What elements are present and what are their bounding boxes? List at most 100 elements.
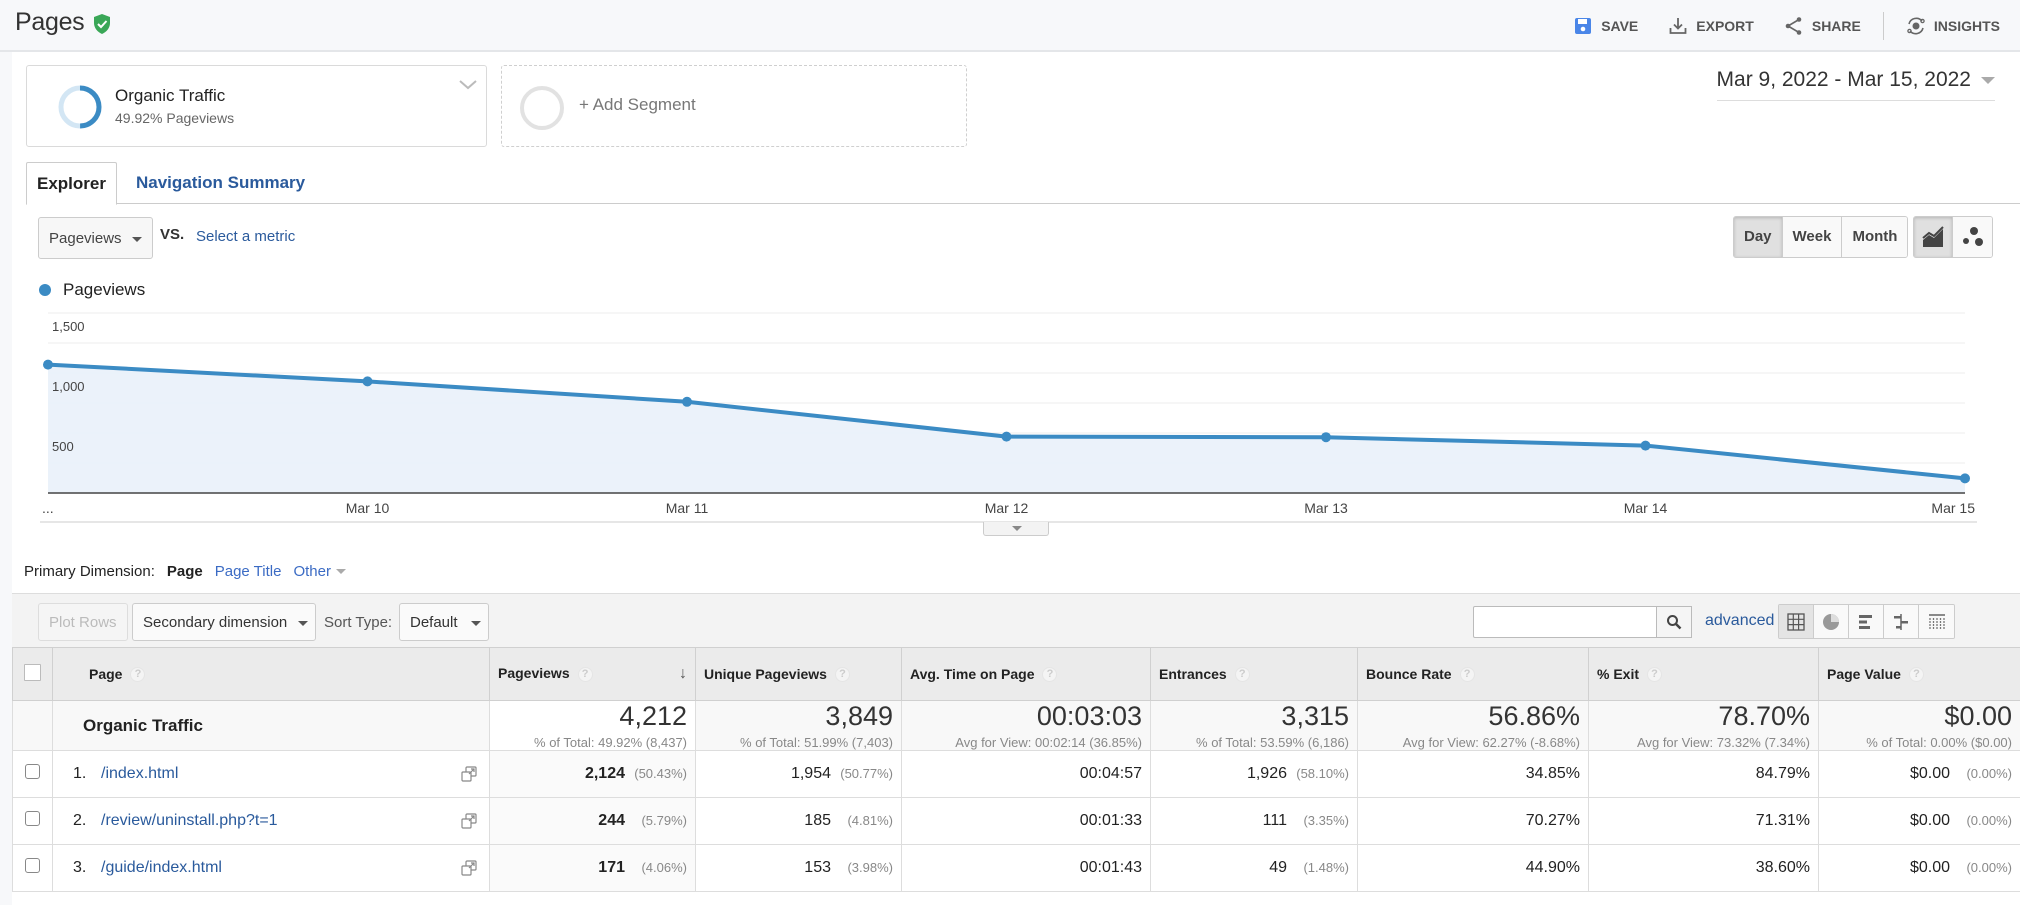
page-link[interactable]: /guide/index.html xyxy=(101,859,222,876)
page-value-cell: $0.00 (0.00%) xyxy=(1818,844,2020,892)
export-button[interactable]: EXPORT xyxy=(1668,16,1754,36)
avg-time-value: 00:01:33 xyxy=(1079,812,1142,829)
avg-time-value: 00:04:57 xyxy=(1079,765,1142,782)
table-search-input[interactable] xyxy=(1473,606,1657,638)
col-entrances[interactable]: Entrances? xyxy=(1150,647,1358,701)
page-value-value: $0.00 xyxy=(1909,812,1950,829)
insights-icon xyxy=(1907,17,1925,35)
pie-view-button[interactable] xyxy=(1814,605,1849,638)
save-button[interactable]: SAVE xyxy=(1573,16,1638,36)
dimension-page[interactable]: Page xyxy=(167,563,203,580)
row-rank: 3. xyxy=(73,859,87,876)
col-pageviews[interactable]: Pageviews? ↓ xyxy=(489,647,696,701)
pageviews-value: 2,124 xyxy=(584,765,625,782)
select-metric-link[interactable]: Select a metric xyxy=(196,228,295,245)
help-icon[interactable]: ? xyxy=(577,666,593,682)
period-month-button[interactable]: Month xyxy=(1842,217,1908,257)
line-chart-button[interactable] xyxy=(1914,217,1953,257)
summary-value: 3,315 xyxy=(1281,701,1349,731)
search-button[interactable] xyxy=(1656,606,1692,638)
page-title: Pages xyxy=(15,8,85,36)
primary-metric-select[interactable]: Pageviews xyxy=(38,217,153,259)
row-checkbox[interactable] xyxy=(25,811,40,826)
share-icon xyxy=(1785,17,1802,35)
data-point xyxy=(1321,432,1331,443)
plot-rows-button[interactable]: Plot Rows xyxy=(38,603,128,641)
performance-view-icon xyxy=(1859,614,1872,629)
unique-pageviews-pct: (50.77%) xyxy=(840,766,893,781)
x-tick-label: Mar 12 xyxy=(985,500,1029,516)
help-icon[interactable]: ? xyxy=(1908,667,1924,683)
unique-pageviews-pct: (3.98%) xyxy=(847,860,893,875)
chart-collapse-handle[interactable] xyxy=(983,522,1049,536)
x-tick-label: Mar 15 xyxy=(1931,500,1975,516)
select-all-cell xyxy=(12,647,53,701)
summary-page-value: $0.00 % of Total: 0.00% ($0.00) xyxy=(1818,700,2020,751)
add-segment-button[interactable]: + Add Segment xyxy=(501,65,967,147)
summary-segment-label: Organic Traffic xyxy=(52,700,490,751)
table-view-button[interactable] xyxy=(1779,605,1814,638)
performance-view-button[interactable] xyxy=(1849,605,1884,638)
col-unique-pageviews-label: Unique Pageviews xyxy=(704,665,827,682)
select-all-checkbox[interactable] xyxy=(24,664,41,681)
share-button[interactable]: SHARE xyxy=(1784,16,1861,36)
advanced-filter-link[interactable]: advanced xyxy=(1705,612,1774,630)
pageviews-pct: (4.06%) xyxy=(641,860,687,875)
dimension-page-title[interactable]: Page Title xyxy=(215,563,282,580)
bounce-rate-value: 34.85% xyxy=(1525,765,1580,782)
help-icon[interactable]: ? xyxy=(834,667,850,683)
secondary-dimension-select[interactable]: Secondary dimension xyxy=(132,603,316,641)
legend-marker-pageviews xyxy=(39,284,51,296)
insights-button[interactable]: INSIGHTS xyxy=(1906,16,2000,36)
help-icon[interactable]: ? xyxy=(130,667,146,683)
chevron-down-icon[interactable] xyxy=(458,78,478,92)
summary-sub: % of Total: 49.92% (8,437) xyxy=(534,735,687,750)
page-link[interactable]: /review/uninstall.php?t=1 xyxy=(101,812,278,829)
summary-value: 56.86% xyxy=(1488,701,1580,731)
dimension-other-dropdown[interactable]: Other xyxy=(293,563,346,580)
page-cell: 3. /guide/index.html xyxy=(52,844,490,892)
sort-descending-icon: ↓ xyxy=(679,665,687,682)
help-icon[interactable]: ? xyxy=(1042,667,1058,683)
report-tabs: Explorer Navigation Summary xyxy=(26,162,2020,205)
summary-avg-time: 00:03:03 Avg for View: 00:02:14 (36.85%) xyxy=(901,700,1151,751)
col-page[interactable]: Page? xyxy=(52,647,490,701)
col-bounce-rate[interactable]: Bounce Rate? xyxy=(1357,647,1589,701)
help-icon[interactable]: ? xyxy=(1234,667,1250,683)
comparison-view-button[interactable] xyxy=(1884,605,1919,638)
table-row: 1. /index.html 2,124 (50.43%) 1,954 (50.77%… xyxy=(12,750,2020,798)
unique-pageviews-value: 153 xyxy=(804,859,831,876)
col-avg-time[interactable]: Avg. Time on Page? xyxy=(901,647,1151,701)
summary-row: Organic Traffic 4,212 % of Total: 49.92% … xyxy=(12,700,2020,751)
col-unique-pageviews[interactable]: Unique Pageviews? xyxy=(695,647,902,701)
pageviews-cell: 2,124 (50.43%) xyxy=(489,750,696,798)
tab-explorer[interactable]: Explorer xyxy=(26,162,117,205)
vs-label: VS. xyxy=(160,226,185,243)
pivot-view-button[interactable] xyxy=(1919,605,1954,638)
entrances-value: 111 xyxy=(1262,812,1287,829)
period-day-button[interactable]: Day xyxy=(1734,217,1783,257)
open-in-new-window-icon[interactable] xyxy=(461,860,477,876)
exit-value: 38.60% xyxy=(1755,859,1810,876)
period-toggle: Day Week Month xyxy=(1733,216,1909,258)
summary-sub: % of Total: 0.00% ($0.00) xyxy=(1866,735,2012,750)
row-checkbox[interactable] xyxy=(25,764,40,779)
caret-down-icon xyxy=(1012,526,1022,531)
col-exit[interactable]: % Exit? xyxy=(1588,647,1819,701)
pageviews-cell: 244 (5.79%) xyxy=(489,797,696,845)
row-checkbox[interactable] xyxy=(25,858,40,873)
open-in-new-window-icon[interactable] xyxy=(461,813,477,829)
pie-view-icon xyxy=(1823,613,1839,630)
page-link[interactable]: /index.html xyxy=(101,765,178,782)
open-in-new-window-icon[interactable] xyxy=(461,766,477,782)
help-icon[interactable]: ? xyxy=(1647,667,1663,683)
sort-type-select[interactable]: Default xyxy=(399,603,489,641)
period-week-button[interactable]: Week xyxy=(1782,217,1843,257)
data-point xyxy=(1960,473,1970,484)
help-icon[interactable]: ? xyxy=(1459,667,1475,683)
tab-navigation-summary[interactable]: Navigation Summary xyxy=(126,162,315,204)
segment-organic-traffic[interactable]: Organic Traffic 49.92% Pageviews xyxy=(26,65,487,147)
col-page-value[interactable]: Page Value? xyxy=(1818,647,2020,701)
motion-chart-button[interactable] xyxy=(1953,217,1992,257)
date-range-picker[interactable]: Mar 9, 2022 - Mar 15, 2022 xyxy=(1716,68,1995,101)
